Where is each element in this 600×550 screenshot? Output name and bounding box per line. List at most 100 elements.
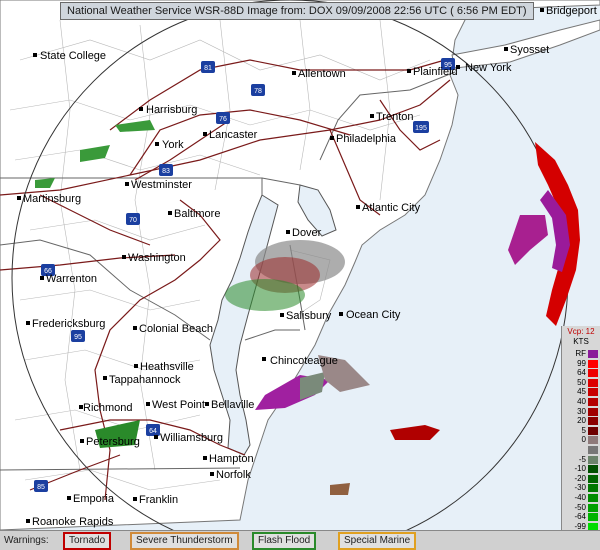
legend-entry: -10 — [562, 464, 600, 474]
city-norfolk: Norfolk — [210, 469, 251, 481]
highway-shield-i85: 85 — [34, 480, 48, 492]
legend-swatch — [588, 474, 598, 483]
svg-text:Philadelphia: Philadelphia — [336, 133, 397, 145]
warning-flash-flood[interactable]: Flash Flood — [252, 532, 317, 550]
city-richmond: Richmond — [79, 402, 133, 414]
legend-swatch — [588, 359, 598, 368]
city-syosset: Syosset — [504, 44, 549, 56]
warnings-label: Warnings: — [4, 535, 49, 546]
legend-entry: 30 — [562, 407, 600, 417]
city-west-point: West Point — [146, 399, 205, 411]
svg-text:Salisbury: Salisbury — [286, 310, 332, 322]
legend-swatch — [588, 513, 598, 522]
highway-shield-label: 78 — [254, 88, 262, 95]
city-emporia: Emporia — [67, 493, 115, 505]
warning-severe-thunderstorm[interactable]: Severe Thunderstorm — [130, 532, 239, 550]
legend-entry-label: -5 — [578, 454, 586, 464]
radar-map-view: 81 78 76 195 83 70 66 95 64 85 95 Black … — [0, 0, 600, 550]
legend-entry: 45 — [562, 387, 600, 397]
legend-entry-label: 5 — [581, 425, 586, 435]
legend-entry: 0 — [562, 435, 600, 445]
svg-text:Petersburg: Petersburg — [86, 436, 140, 448]
legend-entry-label: RF — [575, 349, 586, 358]
legend-swatch — [588, 465, 598, 474]
svg-text:Norfolk: Norfolk — [216, 469, 251, 481]
legend-entry-label: 45 — [577, 387, 586, 397]
svg-text:Hampton: Hampton — [209, 453, 254, 465]
city-new-york: New York — [456, 62, 512, 74]
highway-shield-i78: 78 — [251, 84, 265, 96]
highway-shield-label: 85 — [37, 484, 45, 491]
svg-text:Roanoke Rapids: Roanoke Rapids — [32, 516, 114, 528]
city-washington: Washington — [122, 252, 186, 264]
city-warrenton: Warrenton — [40, 273, 97, 285]
city-hampton: Hampton — [203, 453, 254, 465]
legend-swatch — [588, 445, 598, 454]
map-canvas: 81 78 76 195 83 70 66 95 64 85 95 Black … — [0, 0, 600, 530]
svg-text:Bellaville: Bellaville — [211, 399, 254, 411]
legend-swatch — [588, 503, 598, 512]
city-westminster: Westminster — [125, 179, 192, 191]
svg-text:Ocean City: Ocean City — [346, 309, 401, 321]
svg-text:Washington: Washington — [128, 252, 186, 264]
city-atlantic-city: Atlantic City — [356, 202, 421, 214]
legend-vcp: Vcp: 12 — [567, 327, 595, 336]
legend-swatch — [588, 378, 598, 387]
svg-text:State College: State College — [40, 50, 106, 62]
svg-text:Atlantic City: Atlantic City — [362, 202, 421, 214]
legend-entry-label: 30 — [577, 406, 586, 416]
legend-entry: 99 — [562, 359, 600, 369]
city-williamsburg: Williamsburg — [154, 432, 223, 444]
svg-text:Warrenton: Warrenton — [46, 273, 97, 285]
legend-entry-label: -40 — [574, 492, 586, 502]
city-ocean-city: Ocean City — [339, 309, 401, 321]
highway-shield-label: 83 — [162, 168, 170, 175]
legend-entry-label: 0 — [581, 435, 586, 445]
svg-text:New York: New York — [465, 62, 512, 74]
image-title: National Weather Service WSR-88D Image f… — [60, 2, 534, 20]
legend-header: Vcp: 12 KTS — [562, 326, 600, 349]
svg-text:Chincoteague: Chincoteague — [270, 355, 338, 367]
radar-map: 81 78 76 195 83 70 66 95 64 85 95 Black … — [0, 0, 600, 530]
city-roanoke-rapids: Roanoke Rapids — [26, 516, 114, 528]
legend-units: KTS — [573, 337, 589, 346]
city-chincoteague: Chincoteague — [262, 355, 338, 367]
legend-entry-label: 64 — [577, 368, 586, 378]
legend-entry: -20 — [562, 474, 600, 484]
legend-entry-label: -50 — [574, 502, 586, 512]
svg-text:Trenton: Trenton — [376, 111, 414, 123]
svg-text:Tappahannock: Tappahannock — [109, 374, 181, 386]
legend-swatch — [588, 484, 598, 493]
svg-text:Allentown: Allentown — [298, 68, 346, 80]
legend-entry: 50 — [562, 378, 600, 388]
legend-swatch — [588, 426, 598, 435]
svg-text:Harrisburg: Harrisburg — [146, 104, 197, 116]
svg-text:Fredericksburg: Fredericksburg — [32, 318, 105, 330]
legend-entry: -30 — [562, 483, 600, 493]
svg-text:West Point: West Point — [152, 399, 205, 411]
city-trenton: Trenton — [370, 111, 414, 123]
city-plainfield: Plainfield — [407, 66, 458, 78]
legend-swatch — [588, 388, 598, 397]
svg-text:Bridgeport: Bridgeport — [546, 5, 597, 17]
legend-entry — [562, 445, 600, 455]
legend-swatch — [588, 436, 598, 445]
city-fredericksburg: Fredericksburg — [26, 318, 105, 330]
warning-tornado[interactable]: Tornado — [63, 532, 112, 550]
svg-text:Heathsville: Heathsville — [140, 361, 194, 373]
city-bellaville: Bellaville — [205, 399, 254, 411]
svg-text:Emporia: Emporia — [73, 493, 115, 505]
svg-text:Colonial Beach: Colonial Beach — [139, 323, 213, 335]
highway-shield-label: 195 — [415, 125, 427, 132]
legend-entry-label: 20 — [577, 416, 586, 426]
city-baltimore: Baltimore — [168, 208, 220, 220]
warning-special-marine[interactable]: Special Marine — [338, 532, 417, 550]
city-colonial-beach: Colonial Beach — [133, 323, 213, 335]
legend-swatch — [588, 407, 598, 416]
legend-entry-label: 99 — [577, 358, 586, 368]
legend-entry: -40 — [562, 493, 600, 503]
legend-swatch — [588, 350, 598, 358]
city-franklin: Franklin — [133, 494, 178, 506]
legend-entry: -50 — [562, 503, 600, 513]
svg-text:Franklin: Franklin — [139, 494, 178, 506]
